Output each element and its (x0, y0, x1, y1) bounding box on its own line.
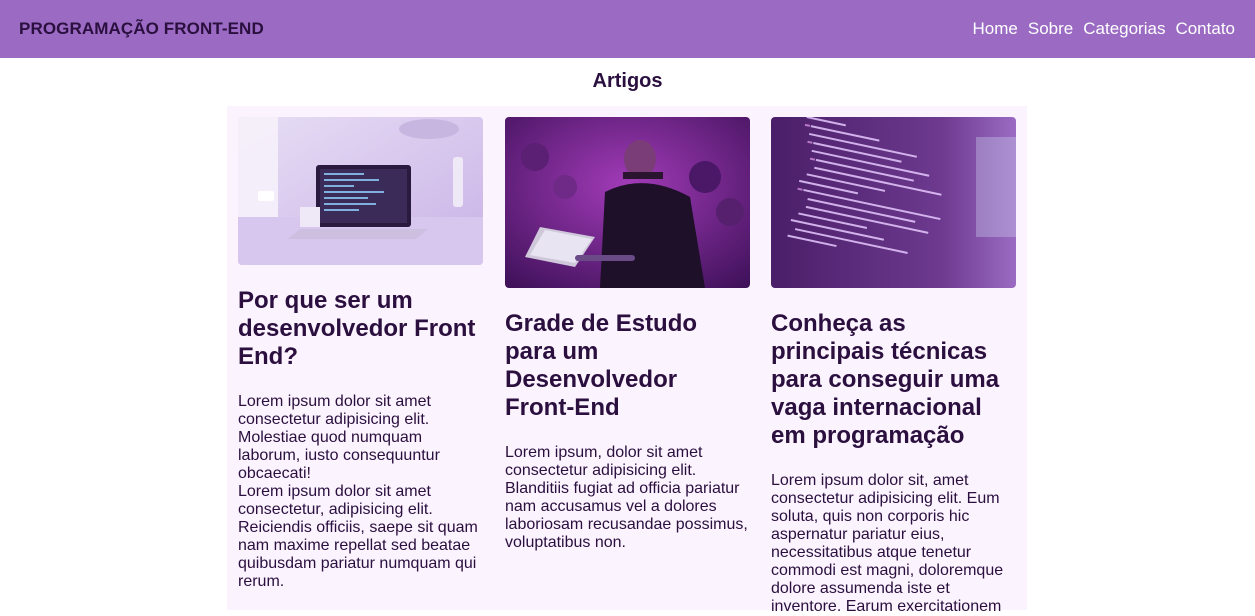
laptop-desk-image[interactable] (238, 117, 483, 265)
article-card: Grade de Estudo para um Desenvolvedor Fr… (505, 117, 750, 552)
site-brand[interactable]: PROGRAMAÇÃO FRONT-END (19, 19, 264, 39)
article-card: Por que ser um desenvolvedor Front End? … (238, 117, 483, 591)
main-nav: Home Sobre Categorias Contato (973, 19, 1236, 39)
nav-link-contato[interactable]: Contato (1175, 19, 1235, 39)
developer-event-image[interactable] (505, 117, 750, 288)
top-navigation-bar: PROGRAMAÇÃO FRONT-END Home Sobre Categor… (0, 0, 1255, 58)
article-paragraph: Lorem ipsum dolor sit amet consectetur, … (238, 483, 478, 590)
articles-grid: Por que ser um desenvolvedor Front End? … (227, 106, 1027, 615)
article-title[interactable]: Por que ser um desenvolvedor Front End? (238, 287, 483, 371)
nav-link-sobre[interactable]: Sobre (1028, 19, 1073, 39)
nav-link-categorias[interactable]: Categorias (1083, 19, 1165, 39)
code-screen-image[interactable] (771, 117, 1016, 288)
article-card: Conheça as principais técnicas para cons… (771, 117, 1016, 616)
section-title: Artigos (592, 70, 663, 92)
article-title[interactable]: Conheça as principais técnicas para cons… (771, 310, 1016, 450)
article-paragraph: Lorem ipsum, dolor sit amet consectetur … (505, 444, 748, 551)
article-paragraph: Lorem ipsum dolor sit, amet consectetur … (771, 472, 1004, 615)
nav-link-home[interactable]: Home (973, 19, 1018, 39)
article-title[interactable]: Grade de Estudo para um Desenvolvedor Fr… (505, 310, 750, 422)
article-paragraph: Lorem ipsum dolor sit amet consectetur a… (238, 393, 440, 482)
